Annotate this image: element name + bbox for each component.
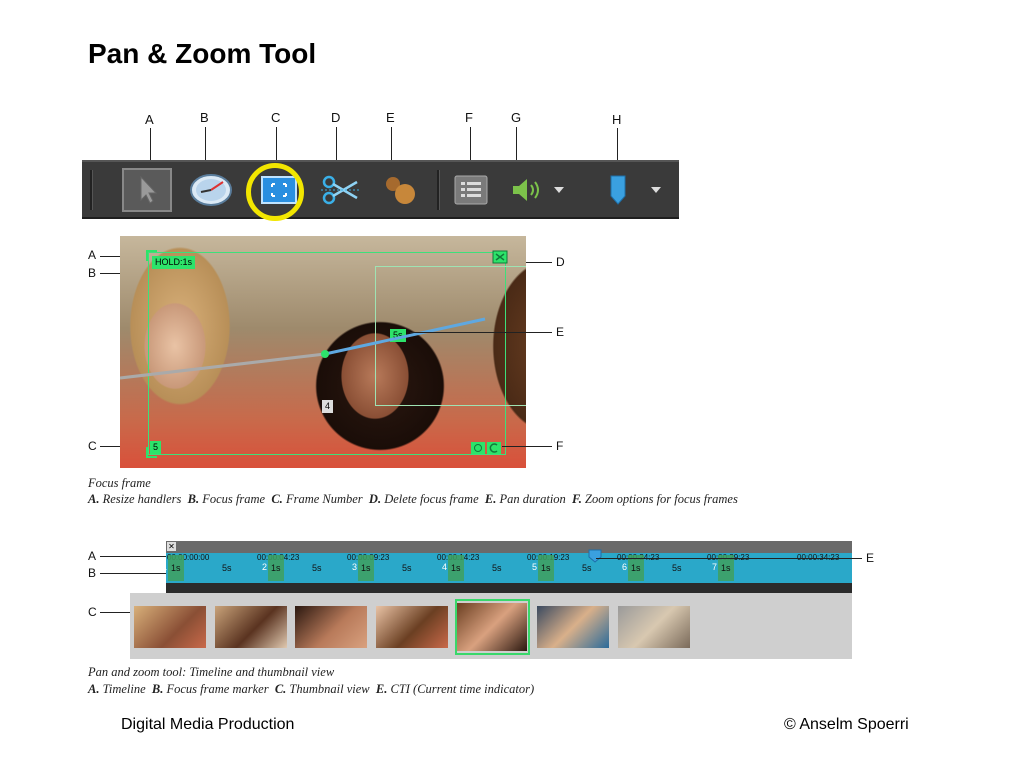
hold-duration-label: 1s xyxy=(631,563,641,573)
audio-tool-button[interactable] xyxy=(504,168,550,212)
focus-callout-f: F xyxy=(556,439,564,453)
thumbnail[interactable] xyxy=(537,606,609,648)
hold-duration-label: 1s xyxy=(361,563,371,573)
audio-dropdown-button[interactable] xyxy=(548,168,570,212)
thumbnail[interactable] xyxy=(215,606,287,648)
focus-frame-caption-legend: A. Resize handlers B. Focus frame C. Fra… xyxy=(88,492,738,506)
toolbar-callout-g: G xyxy=(511,110,522,125)
resize-handle[interactable] xyxy=(146,446,158,458)
marker-dropdown-button[interactable] xyxy=(645,168,667,212)
selection-tool-button[interactable] xyxy=(122,168,172,212)
hold-duration-label: 1s xyxy=(451,563,461,573)
close-icon[interactable]: ✕ xyxy=(167,542,176,551)
focus-frame-photo: HOLD:1s 5s 5 4 xyxy=(120,236,526,468)
clock-icon xyxy=(190,174,232,206)
toolbar-separator xyxy=(437,170,440,210)
timeline-callout-a: A xyxy=(88,549,97,563)
focus-frame-marker-number: 3 xyxy=(352,562,358,572)
toolbar-callout-d: D xyxy=(331,110,341,125)
scissors-icon xyxy=(321,175,361,205)
timeline-caption-title: Pan and zoom tool: Timeline and thumbnai… xyxy=(88,665,335,679)
marker-tool-button[interactable] xyxy=(595,168,641,212)
highlight-ring xyxy=(246,163,304,221)
cursor-arrow-icon xyxy=(140,175,158,204)
marker-icon xyxy=(610,175,626,205)
focus-frame-marker-number: 5 xyxy=(532,562,538,572)
toolbar-callout-a: A xyxy=(145,112,154,127)
focus-frame-marker-number: 1 xyxy=(162,562,168,572)
focus-callout-c: C xyxy=(88,439,97,453)
footer-course: Digital Media Production xyxy=(121,716,295,733)
toolbar-separator xyxy=(90,170,93,210)
pan-path xyxy=(120,317,486,380)
zoom-out-icon[interactable] xyxy=(471,442,485,454)
focus-callout-b: B xyxy=(88,266,97,280)
hold-duration-label: 1s xyxy=(721,563,731,573)
pan-duration-label: 5s xyxy=(672,563,682,573)
footer-author: © Anselm Spoerri xyxy=(784,716,909,733)
timeline-track-divider xyxy=(166,583,852,593)
thumbnail[interactable] xyxy=(376,606,448,648)
delete-focus-frame-icon[interactable] xyxy=(492,250,508,264)
slide-title: Pan & Zoom Tool xyxy=(88,38,317,69)
chevron-down-icon xyxy=(651,187,661,193)
thumbnail[interactable] xyxy=(295,606,367,648)
speaker-icon xyxy=(513,179,539,201)
toolbar-callout-e: E xyxy=(386,110,395,125)
cti-marker-icon[interactable] xyxy=(588,549,602,563)
focus-frame-caption-title: Focus frame xyxy=(88,476,151,490)
selected-thumbnail-highlight xyxy=(455,599,530,655)
chevron-down-icon xyxy=(554,187,564,193)
properties-tool-button[interactable] xyxy=(448,168,494,212)
timeline-callout-c: C xyxy=(88,605,97,619)
focus-frame-marker-number: 2 xyxy=(262,562,268,572)
focus-callout-e: E xyxy=(556,325,565,339)
timeline-callout-e: E xyxy=(866,551,875,565)
editor-toolbar xyxy=(82,160,679,219)
hold-duration-label: 1s xyxy=(271,563,281,573)
focus-frame-marker-number: 7 xyxy=(712,562,718,572)
zoom-in-icon[interactable] xyxy=(487,442,501,454)
focus-callout-a: A xyxy=(88,248,97,262)
pan-duration-label: 5s xyxy=(582,563,592,573)
toolbar-callout-b: B xyxy=(200,110,209,125)
time-stretch-tool-button[interactable] xyxy=(188,168,234,212)
toolbar-callout-c: C xyxy=(271,110,281,125)
thumbnail[interactable] xyxy=(134,606,206,648)
toolbar-callout-f: F xyxy=(465,110,473,125)
pan-duration-label: 5s xyxy=(222,563,232,573)
timeline-header: ✕ xyxy=(166,541,852,553)
balloon-icon xyxy=(386,177,415,204)
resize-handle[interactable] xyxy=(146,250,158,262)
list-icon xyxy=(454,175,488,205)
pan-duration-label: 5s xyxy=(492,563,502,573)
timeline-caption-legend: A. Timeline B. Focus frame marker C. Thu… xyxy=(88,682,535,696)
pan-duration-label: 5s xyxy=(402,563,412,573)
thumbnail[interactable] xyxy=(618,606,690,648)
toolbar-callout-h: H xyxy=(612,112,622,127)
focus-frame-marker-number: 4 xyxy=(442,562,448,572)
timeline-callout-b: B xyxy=(88,566,97,580)
focus-frame-marker-number: 6 xyxy=(622,562,628,572)
pan-duration-label: 5s xyxy=(312,563,322,573)
scissors-tool-button[interactable] xyxy=(318,168,364,212)
focus-callout-d: D xyxy=(556,255,565,269)
smart-trim-tool-button[interactable] xyxy=(378,168,424,212)
hold-duration-label: 1s xyxy=(541,563,551,573)
hold-duration-label: 1s xyxy=(171,563,181,573)
